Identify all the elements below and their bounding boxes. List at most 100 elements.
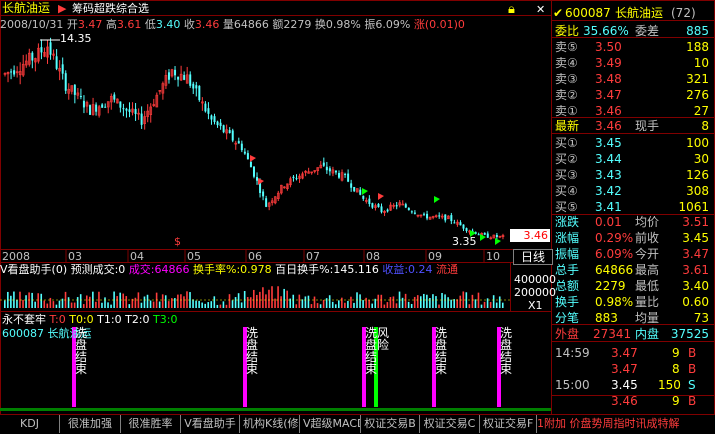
sub1-title: V看盘助手(0) 预测成交:0 (0, 264, 126, 276)
bottom-tab-6[interactable]: 权证交易B (361, 415, 420, 433)
volume-bar (228, 294, 231, 308)
volume-bar (495, 302, 498, 308)
volume-bar (447, 297, 449, 308)
indicator-name[interactable]: 筹码超跌综合选 (72, 3, 149, 15)
bottom-tab-8[interactable]: 权证交易F (480, 415, 537, 433)
buy-volume: 30 (693, 152, 709, 166)
volume-bar (177, 294, 179, 308)
volume-bar (219, 304, 222, 308)
stat-value: 3.47 (682, 247, 709, 261)
volume-bar (313, 296, 316, 308)
sell-price: 3.46 (595, 104, 622, 118)
candle-body-down (347, 173, 350, 182)
volume-bar (307, 295, 310, 308)
day-tab[interactable]: 日线 (513, 249, 553, 265)
quote-row: 总手 64866 最高 3.61 (553, 262, 713, 278)
volume-bar (10, 295, 12, 308)
amount-label: 额 (272, 18, 284, 31)
volume-bar (82, 304, 85, 308)
buy-volume: 1061 (678, 200, 709, 214)
open-value: 3.47 (77, 18, 103, 31)
stat-label: 换手 (555, 295, 580, 309)
volume-bar (298, 294, 301, 308)
volume-bar (295, 304, 298, 308)
volume-bar (186, 291, 188, 308)
bottom-tab-3[interactable]: V看盘助手 (181, 415, 240, 433)
bottom-tab-0[interactable]: KDJ (0, 415, 60, 433)
month-label: 05 (187, 250, 201, 263)
stat-value: 3.40 (682, 279, 709, 293)
sell-price: 3.48 (595, 72, 622, 86)
quote-panel: ✔ 600087 长航油运 (72) 委比 35.66% 委差 885 卖⑤ 3.… (553, 0, 715, 434)
volume-bar (389, 297, 392, 308)
signal-arrow (250, 155, 256, 162)
volume-bar (319, 304, 322, 308)
sub2-title-line: 永不套牢 T:0 T0:0 T1:0 T2:0 T3:0 (2, 314, 302, 326)
inner-value: 37525 (670, 327, 709, 341)
volume-bar (383, 304, 386, 308)
tick-price: 3.46 (611, 394, 638, 408)
stat-value: 0.01 (595, 215, 622, 229)
candle-body-down (204, 103, 207, 112)
quote-row: 总额 2279 最低 3.40 (553, 278, 713, 294)
volume-bar (167, 301, 170, 308)
volume-bar (89, 296, 91, 308)
volume-bar (334, 304, 337, 308)
volume-bar (380, 294, 383, 308)
sell-volume: 10 (693, 56, 709, 70)
sub1-axis-unit: X1 (528, 299, 543, 312)
candle-body-down (31, 52, 34, 61)
buy-volume: 100 (686, 136, 709, 150)
lock-icon[interactable]: 🔒︎ (508, 3, 515, 16)
quote-row: 14:59 3.47 9 B (553, 345, 713, 361)
bottom-tab-4[interactable]: 机构K线(修 (240, 415, 300, 433)
stat-value: 0.60 (682, 295, 709, 309)
bottom-tab-7[interactable]: 权证交易C (420, 415, 480, 433)
volume-bar (243, 291, 246, 308)
current-price-tag: 3.46 (510, 229, 550, 242)
current-hand-value: 8 (701, 119, 709, 133)
month-label: 10 (486, 250, 500, 263)
volume-bar (353, 302, 355, 308)
candle-body-down (177, 76, 180, 80)
volume-bar (280, 296, 282, 308)
stat-label: 最高 (635, 263, 660, 277)
quote-row: 卖⑤ 3.50 188 (553, 39, 713, 55)
bottom-tab-5[interactable]: V超级MACD (300, 415, 361, 433)
volume-bar (498, 296, 501, 308)
candle-body-down (256, 177, 259, 181)
close-icon[interactable]: ✕ (536, 4, 545, 16)
volume-bar (304, 296, 307, 308)
candle-body-down (486, 233, 489, 238)
candle-body-down (189, 74, 192, 86)
volume-bar (207, 302, 210, 308)
stat-value: 3.61 (682, 263, 709, 277)
candle-body-down (64, 73, 67, 91)
volume-bar (171, 298, 173, 308)
quote-row: 15:00 3.45 150 S (553, 377, 713, 393)
bottom-tab-2[interactable]: 很准胜率 (121, 415, 181, 433)
buy-volume: 126 (686, 168, 709, 182)
volume-bar (265, 294, 267, 308)
volume-bar (325, 298, 328, 308)
date: 2008/10/31 (0, 18, 64, 31)
candle-body-down (128, 109, 131, 112)
candle-body-down (483, 232, 486, 235)
volume-bar (501, 302, 504, 308)
candle-body-down (407, 208, 410, 211)
bottom-tab-1[interactable]: 很准加强 (60, 415, 121, 433)
stat-value: 883 (595, 311, 618, 325)
volume-bar (477, 292, 480, 308)
sub1-title-line: V看盘助手(0) 预测成交:0 成交:64866 换手率%:0.978 百日换手… (0, 264, 515, 276)
stat-value: 0.98% (595, 295, 634, 309)
volume-bar (407, 301, 410, 308)
tick-volume: 9 (672, 394, 680, 408)
stat-label: 前收 (635, 231, 660, 245)
close-value: 3.46 (194, 18, 220, 31)
volume-bar (392, 296, 395, 308)
candle-body-down (380, 206, 383, 213)
volume-bar (292, 294, 295, 308)
quote-code: 600087 (565, 6, 611, 20)
volume-bar (4, 300, 6, 308)
candle-body-down (61, 64, 64, 74)
